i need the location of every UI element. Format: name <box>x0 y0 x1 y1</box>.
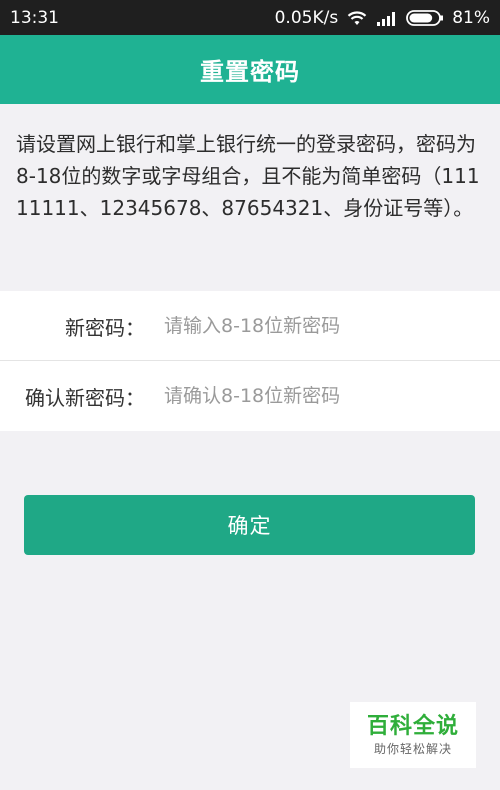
status-time: 13:31 <box>10 7 59 28</box>
wifi-icon <box>346 10 368 26</box>
watermark-title: 百科全说 <box>366 714 459 739</box>
confirm-password-row: 确认新密码： <box>0 361 500 431</box>
confirm-button[interactable]: 确定 <box>24 495 475 555</box>
battery-icon <box>406 9 444 27</box>
status-bar: 13:31 0.05K/s 81% <box>0 0 500 35</box>
battery-percent: 81% <box>452 7 490 28</box>
watermark-subtitle: 助你轻松解决 <box>373 742 452 756</box>
new-password-input[interactable] <box>164 306 484 346</box>
network-speed: 0.05K/s <box>274 7 339 28</box>
page-title: 重置密码 <box>200 58 300 86</box>
watermark-logo: 百科全说 助你轻松解决 <box>350 702 476 768</box>
password-form: 新密码： 确认新密码： <box>0 291 500 431</box>
app-header: 重置密码 <box>0 35 500 104</box>
new-password-row: 新密码： <box>0 291 500 361</box>
new-password-label: 新密码： <box>65 315 145 340</box>
signal-icon <box>376 10 398 26</box>
confirm-password-input[interactable] <box>164 376 484 416</box>
status-right: 0.05K/s 81% <box>275 8 490 28</box>
instructions-text: 请设置网上银行和掌上银行统一的登录密码，密码为8-18位的数字或字母组合，且不能… <box>16 132 480 220</box>
confirm-password-label: 确认新密码： <box>25 385 145 410</box>
